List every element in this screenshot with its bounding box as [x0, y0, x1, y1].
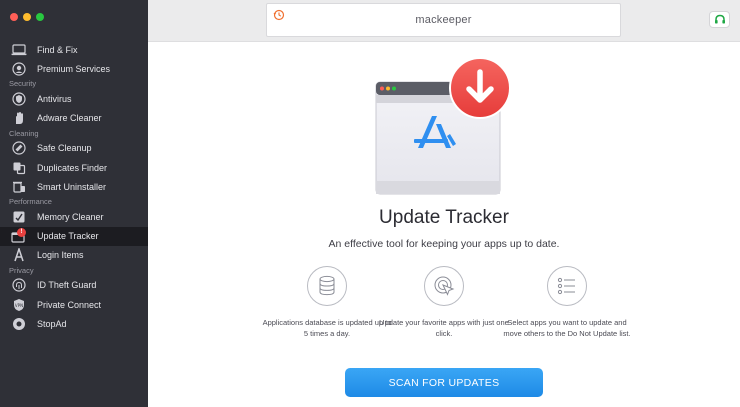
sidebar-item-adware-cleaner[interactable]: Adware Cleaner	[0, 109, 148, 128]
sidebar-item-label: Update Tracker	[37, 231, 99, 242]
sidebar-section-cleaning: Cleaning	[9, 128, 39, 138]
minimize-window-button[interactable]	[23, 13, 31, 21]
sidebar-item-label: Find & Fix	[37, 44, 78, 55]
sidebar-item-label: Adware Cleaner	[37, 113, 102, 124]
trash-icon	[10, 180, 27, 194]
support-button[interactable]	[709, 11, 730, 28]
login-icon	[10, 248, 27, 262]
feature-one-click: Update your favorite apps with just one …	[379, 266, 509, 339]
sidebar-section-privacy: Privacy	[9, 265, 34, 275]
sidebar-item-find-fix[interactable]: Find & Fix	[0, 40, 148, 59]
sidebar-item-label: Memory Cleaner	[37, 211, 104, 222]
sidebar-item-smart-uninstaller[interactable]: Smart Uninstaller	[0, 177, 148, 196]
broom-icon	[10, 141, 27, 155]
sidebar-item-label: Safe Cleanup	[37, 143, 92, 154]
brand-bar: mackeeper	[266, 3, 621, 37]
update-tracker-illustration	[374, 57, 514, 198]
sidebar-item-label: ID Theft Guard	[37, 280, 97, 291]
feature-text: Update your favorite apps with just one …	[379, 318, 509, 338]
shield-icon	[10, 92, 27, 106]
main-panel: mackeeper Update Tracker An effective to…	[148, 0, 740, 407]
sidebar-item-label: Private Connect	[37, 299, 102, 310]
sidebar-item-stopad[interactable]: StopAd	[0, 314, 148, 333]
sidebar-item-id-theft-guard[interactable]: ID Theft Guard	[0, 276, 148, 295]
sidebar-item-duplicates-finder[interactable]: Duplicates Finder	[0, 158, 148, 177]
memory-icon	[10, 210, 27, 224]
sidebar-section-performance: Performance	[9, 197, 52, 207]
sidebar-item-premium-services[interactable]: Premium Services	[0, 59, 148, 78]
duplicate-icon	[10, 161, 27, 175]
sidebar-nav: Find & Fix Premium Services Security Ant…	[0, 40, 148, 333]
sidebar-section-security: Security	[9, 79, 37, 89]
sidebar-item-login-items[interactable]: Login Items	[0, 246, 148, 265]
brand-logo: mackeeper	[415, 14, 472, 26]
sidebar-item-label: Smart Uninstaller	[37, 181, 107, 192]
stopad-icon	[10, 317, 27, 331]
vpn-icon: VPN	[10, 298, 27, 312]
hand-icon	[10, 111, 27, 125]
page-subtitle: An effective tool for keeping your apps …	[328, 238, 560, 250]
svg-text:VPN: VPN	[14, 303, 22, 308]
feature-select-apps: Select apps you want to update and move …	[502, 266, 632, 339]
sidebar-item-label: Duplicates Finder	[37, 162, 108, 173]
sidebar-item-antivirus[interactable]: Antivirus	[0, 89, 148, 108]
headset-support-icon	[714, 14, 725, 24]
update-badge: !	[17, 227, 26, 237]
fingerprint-icon	[10, 278, 27, 293]
close-window-button[interactable]	[10, 13, 18, 21]
sidebar-item-private-connect[interactable]: VPN Private Connect	[0, 295, 148, 314]
laptop-icon	[10, 43, 27, 57]
database-icon	[307, 266, 347, 306]
window-controls	[10, 13, 44, 21]
scan-for-updates-button[interactable]: SCAN FOR UPDATES	[345, 368, 543, 397]
sidebar-item-memory-cleaner[interactable]: Memory Cleaner	[0, 207, 148, 226]
sidebar-item-update-tracker[interactable]: ! Update Tracker	[0, 226, 148, 246]
sidebar-item-label: StopAd	[37, 318, 67, 329]
page-title: Update Tracker	[379, 207, 509, 228]
feature-text: Select apps you want to update and move …	[503, 318, 631, 338]
sidebar-item-label: Premium Services	[37, 63, 111, 74]
sidebar-item-safe-cleanup[interactable]: Safe Cleanup	[0, 139, 148, 158]
click-icon	[424, 266, 464, 306]
sidebar: Find & Fix Premium Services Security Ant…	[0, 0, 148, 407]
zoom-window-button[interactable]	[36, 13, 44, 21]
sidebar-item-label: Login Items	[37, 250, 84, 261]
headset-icon	[10, 62, 27, 76]
sidebar-item-label: Antivirus	[37, 93, 72, 104]
list-icon	[547, 266, 587, 306]
feature-database: Applications database is updated up to 5…	[262, 266, 392, 339]
feature-text: Applications database is updated up to 5…	[262, 318, 392, 338]
toolbar: mackeeper	[148, 0, 740, 42]
